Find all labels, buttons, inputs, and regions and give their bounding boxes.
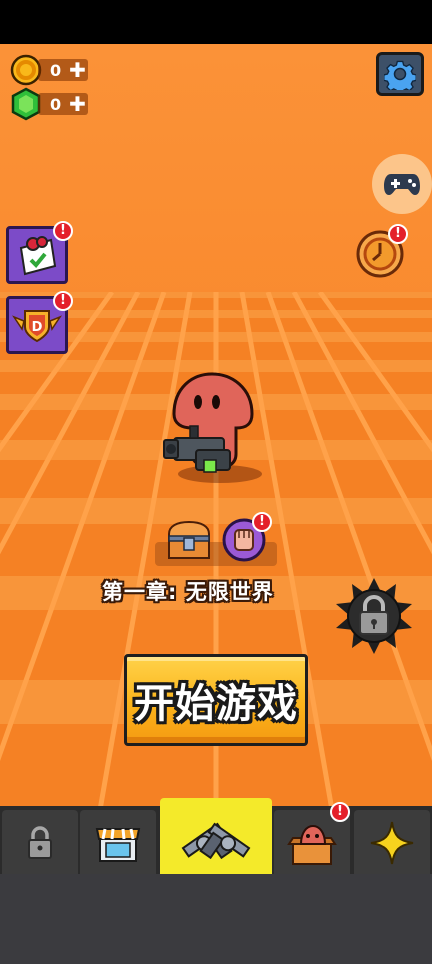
talent-button[interactable]: ! [222,512,272,562]
svg-text:D: D [32,320,43,335]
treasure-chest-icon [168,520,210,559]
chapter-title: 第一章: 无限世界 [102,580,274,604]
start-game-button[interactable]: 开始游戏 [124,654,308,746]
rank-notification-badge: ! [53,291,73,311]
nav-tab-characters[interactable]: ! [274,802,350,876]
next-chapter-locked[interactable] [334,576,414,656]
talent-notification-badge: ! [252,512,272,532]
gem-amount-pill: 0 ✚ [38,93,88,115]
star-icon [370,821,414,865]
bottom-panel [0,874,432,964]
gold-currency[interactable]: 0 ✚ [10,54,88,86]
characters-notification-badge: ! [330,802,350,822]
status-bar [0,0,432,44]
add-gem-icon[interactable]: ✚ [69,94,86,114]
nav-tab-weapons[interactable] [160,798,272,874]
gamepad-button[interactable] [372,154,432,214]
gift-bag-icon [19,236,57,276]
nav-tab-star[interactable] [354,810,430,876]
gem-amount: 0 [50,94,62,114]
start-game-label: 开始游戏 [134,681,298,727]
lock-icon [28,826,52,859]
gamepad-icon [384,174,420,195]
nav-tab-locked[interactable] [2,810,78,876]
bottom-nav: ! [0,798,432,876]
settings-button[interactable] [376,52,424,96]
timer-notification-badge: ! [388,224,408,244]
character-box-icon [287,824,337,865]
gold-amount: 0 [50,60,62,80]
gear-icon [384,60,416,90]
rank-shield-icon: D [12,310,62,343]
guns-icon [181,822,251,860]
gem-currency[interactable]: 0 ✚ [10,87,88,121]
chest-button[interactable] [164,518,214,562]
add-gold-icon[interactable]: ✚ [69,60,86,80]
gold-amount-pill: 0 ✚ [38,59,88,81]
gift-notification-badge: ! [53,221,73,241]
rank-button[interactable]: D ! [6,291,73,354]
gift-button[interactable]: ! [6,221,73,284]
shop-icon [95,828,141,862]
timer-button[interactable]: ! [354,224,408,278]
nav-tab-shop[interactable] [80,810,156,876]
saw-lock-icon [336,578,412,654]
player-character [163,372,262,483]
